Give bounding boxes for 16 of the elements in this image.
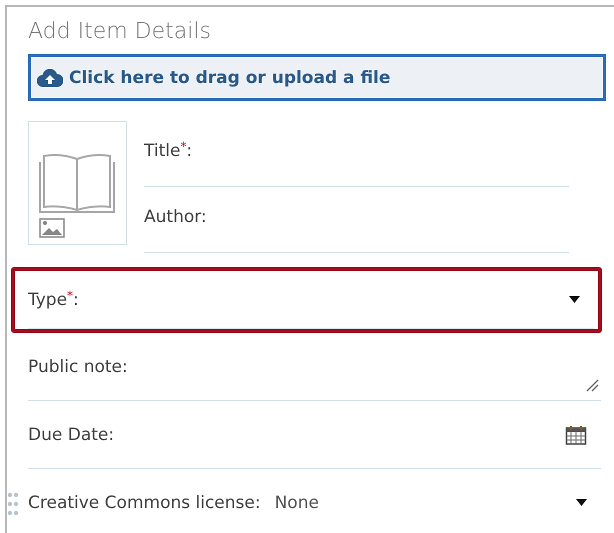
upload-button[interactable]: Click here to drag or upload a file [28, 54, 606, 101]
select-field[interactable]: Creative Commons license: None [28, 469, 601, 533]
caret-icon [569, 296, 580, 303]
date-field[interactable]: Due Date: [28, 401, 601, 469]
form-heading: Add Item Details [28, 19, 212, 44]
text-field[interactable]: Title$^{*}$: [144, 121, 569, 187]
image-icon [39, 218, 65, 238]
text-area[interactable]: Public note: [28, 333, 601, 401]
calendar-icon [565, 424, 587, 446]
resize-grip-icon [585, 378, 599, 392]
drag-handle-icon[interactable] [7, 492, 19, 516]
cover-placeholder[interactable] [28, 121, 127, 245]
text-field[interactable]: Author: [144, 187, 569, 253]
cloud-upload-icon [37, 68, 63, 86]
caret-icon [576, 499, 587, 506]
select-field[interactable]: Type$^{*}$: [28, 271, 594, 329]
